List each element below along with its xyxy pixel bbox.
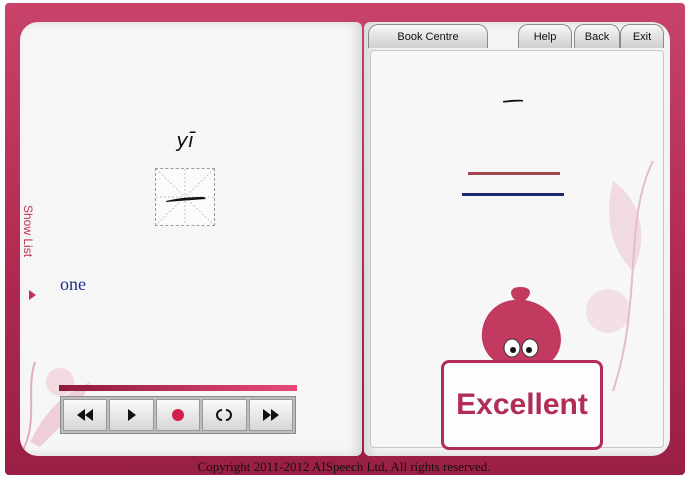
playback-progress-bar[interactable] [59, 385, 297, 391]
mascot-character [481, 287, 561, 372]
show-list-label: Show List [21, 205, 35, 258]
fast-forward-button[interactable] [248, 399, 294, 431]
word-meaning: one [60, 274, 86, 294]
loop-button[interactable] [202, 399, 247, 431]
pinyin-label: yī [176, 128, 194, 152]
pinyin-guide-line [468, 172, 560, 175]
record-button[interactable] [155, 399, 201, 431]
rewind-icon [77, 409, 94, 421]
character-grid [155, 168, 215, 226]
help-button[interactable]: Help [518, 24, 572, 48]
rewind-button[interactable] [63, 399, 108, 431]
loop-icon [216, 409, 233, 421]
fast-forward-icon [262, 409, 279, 421]
show-list-toggle[interactable]: Show List [20, 205, 38, 300]
back-button[interactable]: Back [574, 24, 620, 48]
play-button[interactable] [109, 399, 154, 431]
meaning-guide-line [462, 193, 564, 196]
result-badge: Excellent [441, 360, 603, 450]
triangle-right-icon [29, 290, 36, 300]
tab-book-centre[interactable]: Book Centre [368, 24, 488, 48]
play-icon [127, 409, 136, 421]
exit-button[interactable]: Exit [620, 24, 664, 48]
record-icon [172, 409, 185, 421]
practice-character [503, 99, 523, 103]
playback-controls [60, 396, 296, 434]
top-toolbar: Book Centre Help Back Exit [368, 24, 668, 48]
character-stroke [156, 169, 214, 225]
copyright-text: Copyright 2011-2012 AISpeech Ltd, All ri… [197, 459, 491, 474]
